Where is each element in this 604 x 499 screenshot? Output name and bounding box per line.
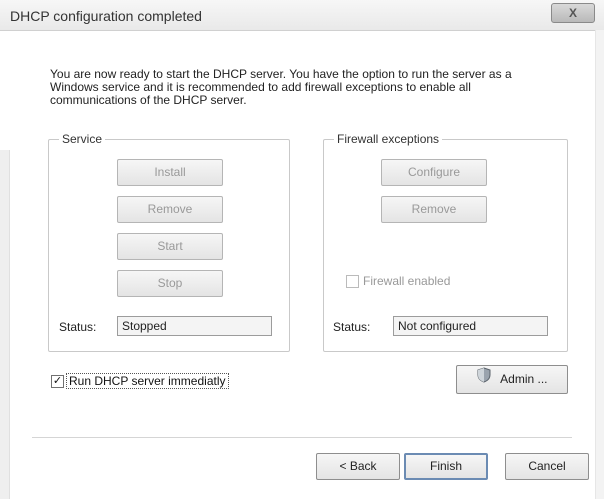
close-button[interactable]: X (551, 3, 595, 23)
shield-icon (476, 366, 492, 393)
firewall-remove-button[interactable]: Remove (381, 196, 487, 223)
configure-button[interactable]: Configure (381, 159, 487, 186)
intro-text: You are now ready to start the DHCP serv… (50, 67, 512, 107)
title-bar[interactable]: DHCP configuration completed X (0, 0, 604, 31)
checkmark-icon: ✓ (52, 375, 63, 387)
firewall-status-field: Not configured (393, 316, 548, 336)
run-immediately-checkbox[interactable]: ✓ (51, 375, 64, 388)
firewall-enabled-checkbox[interactable] (346, 275, 359, 288)
run-immediately-label[interactable]: Run DHCP server immediatly (66, 373, 229, 389)
install-button[interactable]: Install (117, 159, 223, 186)
firewall-enabled-label: Firewall enabled (363, 274, 451, 288)
right-frame-edge (595, 30, 604, 499)
start-button[interactable]: Start (117, 233, 223, 260)
admin-button[interactable]: Admin ... (456, 365, 568, 394)
cancel-button[interactable]: Cancel (505, 453, 589, 480)
window-title: DHCP configuration completed (10, 8, 202, 24)
footer-separator (32, 437, 572, 439)
stop-button[interactable]: Stop (117, 270, 223, 297)
service-status-label: Status: (59, 320, 97, 334)
admin-button-label: Admin ... (500, 372, 548, 386)
service-remove-button[interactable]: Remove (117, 196, 223, 223)
firewall-status-label: Status: (333, 320, 371, 334)
service-group-label: Service (59, 132, 106, 146)
close-icon: X (568, 6, 577, 20)
finish-button[interactable]: Finish (404, 453, 488, 480)
dialog-window: DHCP configuration completed X You are n… (0, 0, 604, 499)
firewall-group-label: Firewall exceptions (334, 132, 443, 146)
back-button[interactable]: < Back (316, 453, 400, 480)
service-status-field: Stopped (117, 316, 272, 336)
left-frame-edge (0, 150, 10, 499)
